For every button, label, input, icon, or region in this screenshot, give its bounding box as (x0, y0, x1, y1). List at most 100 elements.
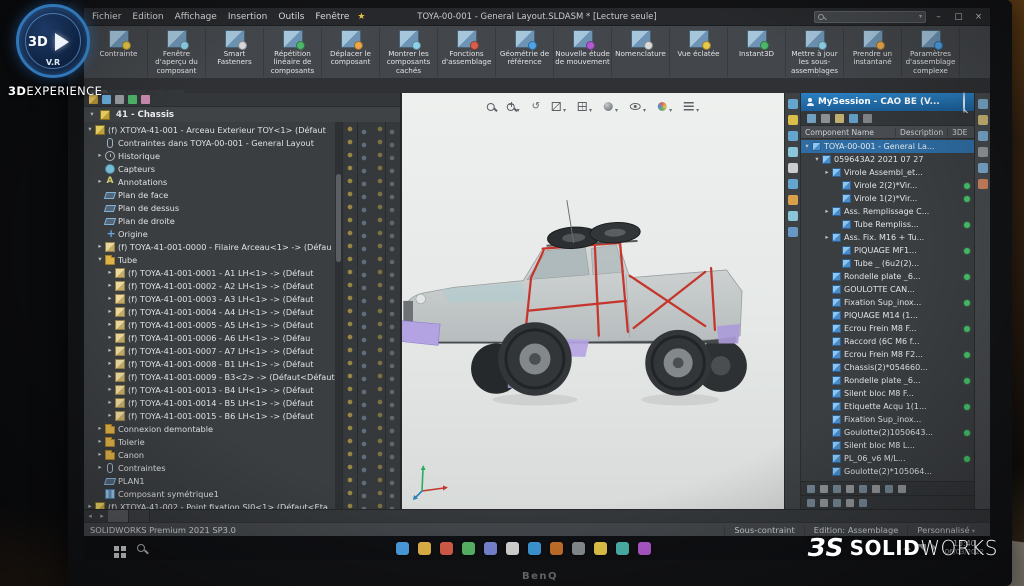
model-tabs-scroll-left[interactable]: ◂ (84, 510, 96, 522)
taskbar-app-icon[interactable] (484, 542, 497, 555)
mysession-tree-item[interactable]: Fixation Sup_inox... (801, 413, 974, 426)
mysession-tree-item[interactable]: Virole 1(2)*Vir... (801, 192, 974, 205)
view-settings-icon[interactable] (682, 96, 701, 117)
column-component-name[interactable]: Component Name (801, 128, 896, 137)
tree-expand-arrow[interactable]: ▸ (823, 234, 831, 241)
taskbar-app-icon[interactable] (396, 542, 409, 555)
ribbon-button[interactable]: Nouvelle étude de mouvement (554, 28, 612, 77)
options-icon[interactable] (898, 485, 906, 493)
taskpane-tab-icon[interactable] (978, 179, 988, 189)
tree-expand-arrow[interactable]: ▸ (96, 464, 104, 471)
help-tab-icon[interactable] (859, 499, 867, 507)
feature-tree-item[interactable]: ▸ (f) XTOYA-41-002 - Point fixation SI0<… (84, 500, 335, 509)
taskpane-tab-icon[interactable] (978, 131, 988, 141)
taskbar-app-icon[interactable] (550, 542, 563, 555)
mysession-tree-item[interactable]: Virole 2(2)*Vir... (801, 179, 974, 192)
tree-expand-arrow[interactable]: ▸ (96, 438, 104, 445)
dock-tool-icon[interactable] (788, 195, 798, 205)
taskbar-search-icon[interactable] (137, 544, 145, 552)
taskpane-tab-icon[interactable] (978, 163, 988, 173)
tree-expand-arrow[interactable]: ▸ (106, 308, 114, 315)
edit-appearance-icon[interactable] (656, 96, 674, 117)
dock-tool-icon[interactable] (788, 179, 798, 189)
ribbon-button[interactable]: Répétition linéaire de composants (264, 28, 322, 77)
previous-view-icon[interactable] (530, 101, 542, 113)
mysession-tree-item[interactable]: PIQUAGE M14 (1... (801, 309, 974, 322)
ribbon-button[interactable]: Fonctions d'assemblage (438, 28, 496, 77)
mysession-tree-item[interactable]: ▸ Ass. Remplissage C... (801, 205, 974, 218)
feature-tree-item[interactable]: ▸ (f) TOYA-41-001-0006 - A6 LH<1> -> (Dé… (84, 331, 335, 344)
ribbon-button[interactable]: Fenêtre d'aperçu du composant (148, 28, 206, 77)
save-session-icon[interactable] (835, 114, 844, 123)
collapse-all-icon[interactable] (872, 485, 880, 493)
truck-3d-model[interactable] (401, 148, 784, 448)
mysession-tree-item[interactable]: Ecrou Frein M8 F... (801, 322, 974, 335)
feature-tree-item[interactable]: Contraintes dans TOYA-00-001 - General L… (84, 136, 335, 149)
select-mode-icon[interactable] (885, 485, 893, 493)
tree-expand-arrow[interactable]: ▸ (106, 347, 114, 354)
tree-expand-arrow[interactable]: ▸ (106, 282, 114, 289)
taskbar-app-icon[interactable] (418, 542, 431, 555)
model-tabs-scroll-right[interactable]: ▸ (96, 510, 108, 522)
feature-tree-item[interactable]: ▸ (f) TOYA-41-001-0005 - A5 LH<1> -> (Dé… (84, 318, 335, 331)
ribbon-button[interactable]: Smart Fasteners (206, 28, 264, 77)
tree-expand-arrow[interactable]: ▾ (803, 143, 811, 150)
model-tab[interactable] (129, 510, 150, 522)
ribbon-button[interactable]: Montrer les composants cachés (380, 28, 438, 77)
feature-tree-item[interactable]: ▸ Connexion demontable (84, 422, 335, 435)
expand-all-icon[interactable] (859, 485, 867, 493)
taskpane-tab-icon[interactable] (978, 147, 988, 157)
feature-tree-item[interactable]: ▾ Tube (84, 253, 335, 266)
mysession-tree-item[interactable]: ▸ Ass. Fix. M16 + Tu... (801, 231, 974, 244)
mysession-tree-item[interactable]: Goulotte(2)*105064... (801, 465, 974, 478)
mysession-tree-item[interactable]: Silent bloc M8 F... (801, 387, 974, 400)
filter-icon[interactable] (807, 114, 816, 123)
feature-tree-item[interactable]: ▾ (f) XTOYA-41-001 - Arceau Exterieur TO… (84, 123, 335, 136)
feature-tree-item[interactable]: ▸ (f) TOYA-41-001-0008 - B1 LH<1> -> (Dé… (84, 357, 335, 370)
mysession-tree-item[interactable]: ▾ 059643A2 2021 07 27 (801, 153, 974, 166)
taskbar-app-icon[interactable] (594, 542, 607, 555)
feature-tree-item[interactable]: ▸ (f) TOYA-41-001-0013 - B4 LH<1> -> (Dé… (84, 383, 335, 396)
taskbar-app-icon[interactable] (462, 542, 475, 555)
display-style-icon[interactable] (602, 96, 620, 117)
menu-item[interactable]: Fichier (92, 12, 121, 22)
tree-scrollbar[interactable] (335, 122, 342, 509)
tree-expand-arrow[interactable]: ▸ (106, 334, 114, 341)
tree-expand-arrow[interactable]: ▸ (106, 360, 114, 367)
panel-search-icon[interactable] (963, 93, 965, 112)
status-item[interactable]: Personnalisé (907, 525, 984, 535)
ribbon-button[interactable]: Instant3D (728, 28, 786, 77)
tree-expand-arrow[interactable]: ▸ (106, 412, 114, 419)
hide-show-items-icon[interactable] (628, 96, 648, 117)
mysession-tree-item[interactable]: Raccord (6C M6 f... (801, 335, 974, 348)
taskpane-tab-icon[interactable] (978, 115, 988, 125)
feature-tree-item[interactable]: Composant symétrique1 (84, 487, 335, 500)
ribbon-button[interactable]: Déplacer le composant (322, 28, 380, 77)
feature-tree-item[interactable]: Plan de droite (84, 214, 335, 227)
dock-tool-icon[interactable] (788, 211, 798, 221)
feature-tree-item[interactable]: ▸ Contraintes (84, 461, 335, 474)
feature-tree-item[interactable]: Capteurs (84, 162, 335, 175)
ribbon-button[interactable]: Vue éclatée (670, 28, 728, 77)
search-input[interactable] (814, 11, 926, 23)
mysession-tree-item[interactable]: Chassis(2)*054660... (801, 361, 974, 374)
tree-expand-arrow[interactable]: ▸ (96, 243, 104, 250)
feature-tree-item[interactable]: ▸ (f) TOYA-41-001-0004 - A4 LH<1> -> (Dé… (84, 305, 335, 318)
assembly-root-item[interactable]: ▾ 41 - Chassis (84, 107, 400, 122)
sort-icon[interactable] (846, 485, 854, 493)
configurationmanager-tab-icon[interactable] (115, 95, 124, 104)
feature-tree-item[interactable]: ▸ (f) TOYA-41-001-0003 - A3 LH<1> -> (Dé… (84, 292, 335, 305)
feature-tree-item[interactable]: ▸ (f) TOYA-41-001-0014 - B5 LH<1> -> (Dé… (84, 396, 335, 409)
ribbon-button[interactable]: Paramètres d'assemblage complexe (902, 28, 960, 77)
mysession-tree-item[interactable]: GOULOTTE CAN... (801, 283, 974, 296)
tree-expand-arrow[interactable]: ▸ (106, 399, 114, 406)
column-3de[interactable]: 3DE (948, 128, 974, 137)
mysession-tree-item[interactable]: Rondelle plate _6... (801, 374, 974, 387)
mysession-tree-item[interactable]: Tube _ (6u2(2)... (801, 257, 974, 270)
mysession-tree-item[interactable]: Ecrou Frein M8 F2... (801, 348, 974, 361)
start-button[interactable] (114, 546, 119, 551)
feature-tree-item[interactable]: ▸ (f) TOYA-41-001-0002 - A2 LH<1> -> (Dé… (84, 279, 335, 292)
feature-tree-item[interactable]: ▸ Canon (84, 448, 335, 461)
taskpane-tab-icon[interactable] (978, 99, 988, 109)
menu-item[interactable]: Fenêtre (315, 12, 349, 22)
